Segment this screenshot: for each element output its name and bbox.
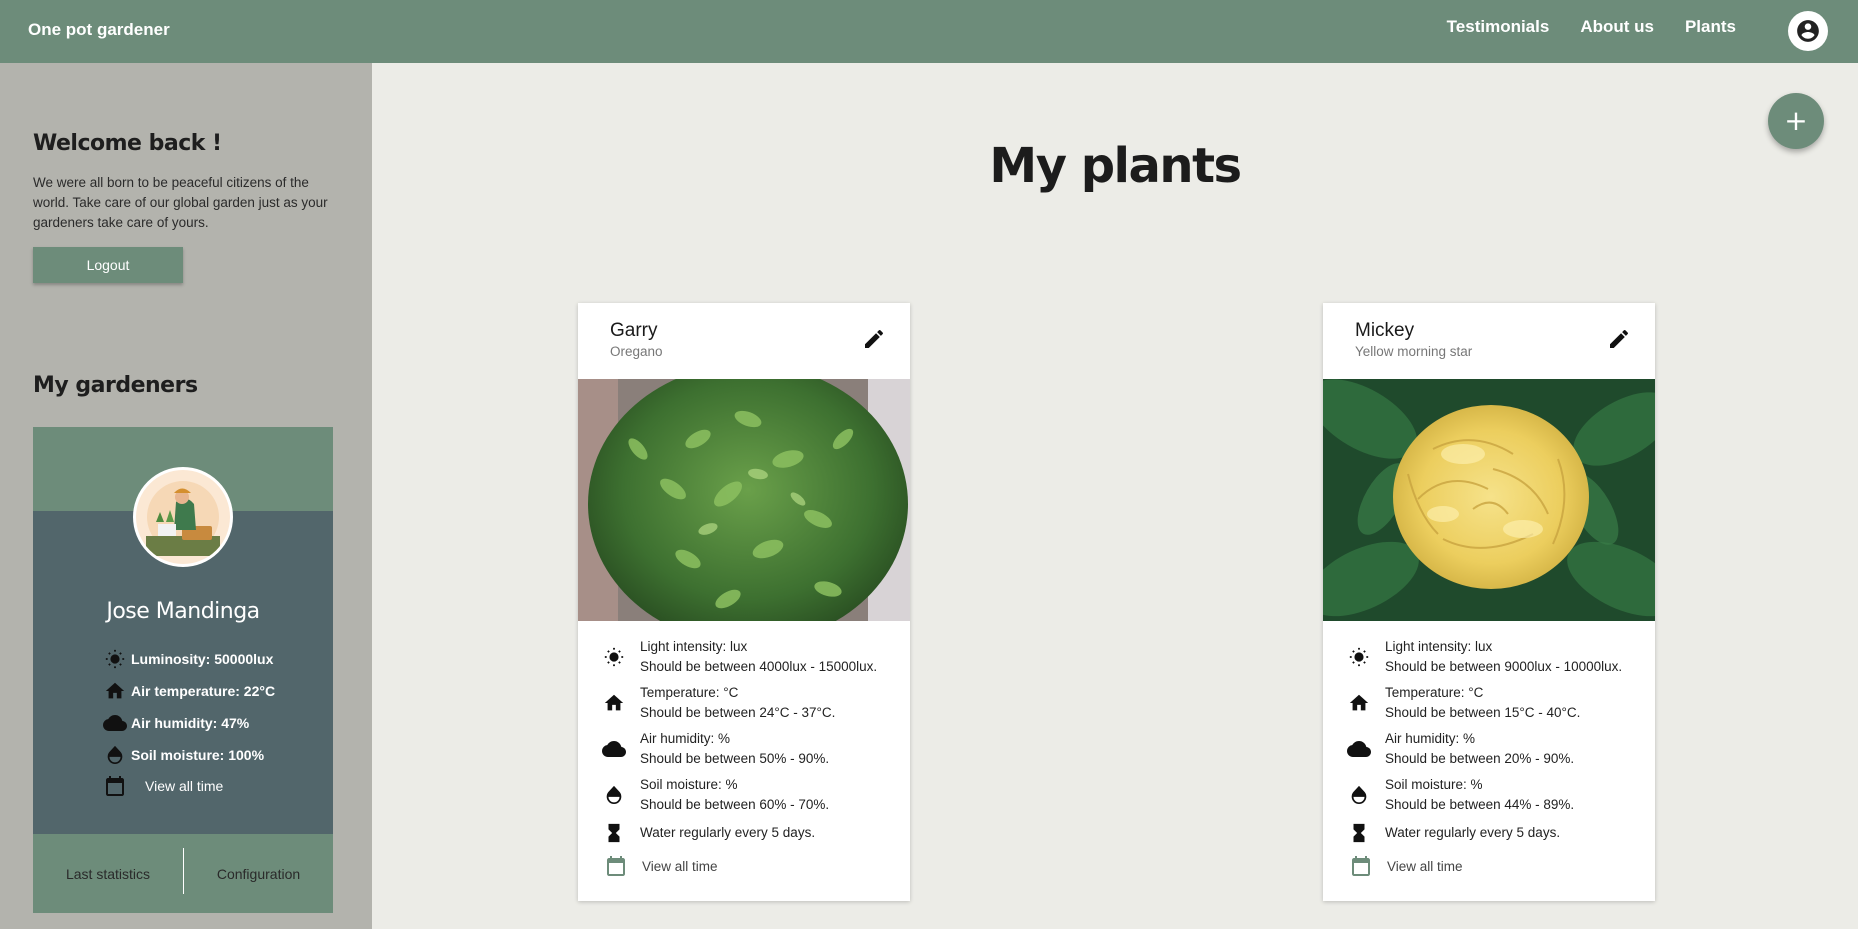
light-intensity-range: Should be between 9000lux - 10000lux. (1385, 659, 1623, 674)
soil-moisture-range: Should be between 60% - 70%. (640, 797, 830, 812)
calendar-icon (1349, 854, 1373, 878)
stat-air-humidity: Air humidity: 47% (103, 707, 275, 739)
cloud-icon (103, 711, 127, 735)
pencil-icon (1610, 329, 1629, 348)
air-humidity-row: Air humidity: % Should be between 50% - 9… (602, 726, 900, 772)
light-intensity-row: Light intensity: lux Should be between 90… (1347, 634, 1645, 680)
plant-requirements: Light intensity: lux Should be between 90… (1347, 634, 1645, 848)
temperature-range: Should be between 15°C - 40°C. (1385, 705, 1581, 720)
stat-air-humidity-label: Air humidity: 47% (131, 715, 250, 731)
hourglass-icon (1347, 821, 1371, 845)
plant-name: Mickey (1355, 320, 1415, 341)
logout-button[interactable]: Logout (33, 247, 183, 283)
temperature-row: Temperature: °C Should be between 15°C - … (1347, 680, 1645, 726)
soil-moisture-label: Soil moisture: % (640, 777, 738, 792)
home-icon (103, 679, 127, 703)
air-humidity-label: Air humidity: % (640, 731, 731, 746)
calendar-icon (604, 854, 628, 878)
last-statistics-button[interactable]: Last statistics (33, 834, 183, 913)
light-intensity-label: Light intensity: lux (640, 639, 748, 654)
plant-species: Yellow morning star (1355, 344, 1473, 359)
account-circle-icon (1797, 20, 1819, 42)
drop-icon (602, 783, 626, 807)
pencil-icon (865, 329, 884, 348)
gardener-view-all-label: View all time (145, 778, 224, 794)
plant-view-all-label: View all time (642, 858, 718, 874)
edit-plant-button[interactable] (862, 327, 886, 351)
air-humidity-label: Air humidity: % (1385, 731, 1476, 746)
gardener-illustration (136, 470, 230, 564)
calendar-icon (103, 774, 127, 798)
drop-icon (103, 743, 127, 767)
welcome-text: We were all born to be peaceful citizens… (33, 175, 328, 230)
plant-photo (578, 379, 910, 621)
cloud-icon (1347, 737, 1371, 761)
nav-testimonials[interactable]: Testimonials (1447, 17, 1550, 37)
plant-card: Garry Oregano Light intensity: lux Shoul… (578, 303, 910, 901)
air-humidity-row: Air humidity: % Should be between 20% - 9… (1347, 726, 1645, 772)
brand-title[interactable]: One pot gardener (28, 20, 170, 40)
watering-label: Water regularly every 5 days. (1385, 825, 1561, 840)
soil-moisture-row: Soil moisture: % Should be between 60% - … (602, 772, 900, 818)
sun-icon (1347, 645, 1371, 669)
sun-icon (103, 647, 127, 671)
soil-moisture-row: Soil moisture: % Should be between 44% - … (1347, 772, 1645, 818)
plant-view-all-label: View all time (1387, 858, 1463, 874)
stat-air-temperature: Air temperature: 22°C (103, 675, 275, 707)
stat-air-temperature-label: Air temperature: 22°C (131, 683, 276, 699)
home-icon (1347, 691, 1371, 715)
gardener-view-all-link[interactable]: View all time (103, 774, 223, 798)
plant-name: Garry (610, 320, 658, 341)
air-humidity-range: Should be between 50% - 90%. (640, 751, 830, 766)
gardener-stats: Luminosity: 50000lux Air temperature: 22… (103, 643, 275, 771)
sun-icon (602, 645, 626, 669)
plant-photo (1323, 379, 1655, 621)
hourglass-icon (602, 821, 626, 845)
nav-about-us[interactable]: About us (1580, 17, 1654, 37)
stat-luminosity: Luminosity: 50000lux (103, 643, 275, 675)
cloud-icon (602, 737, 626, 761)
drop-icon (1347, 783, 1371, 807)
watering-row: Water regularly every 5 days. (602, 818, 900, 848)
configuration-button[interactable]: Configuration (184, 834, 333, 913)
page-title: My plants (989, 138, 1242, 194)
soil-moisture-range: Should be between 44% - 89%. (1385, 797, 1575, 812)
watering-label: Water regularly every 5 days. (640, 825, 816, 840)
nav-plants[interactable]: Plants (1685, 17, 1736, 37)
light-intensity-row: Light intensity: lux Should be between 40… (602, 634, 900, 680)
home-icon (602, 691, 626, 715)
watering-row: Water regularly every 5 days. (1347, 818, 1645, 848)
edit-plant-button[interactable] (1607, 327, 1631, 351)
light-intensity-label: Light intensity: lux (1385, 639, 1493, 654)
gardener-card-actions: Last statistics Configuration (33, 834, 333, 913)
temperature-range: Should be between 24°C - 37°C. (640, 705, 836, 720)
gardener-card: Jose Mandinga Luminosity: 50000lux Air t… (33, 427, 333, 913)
stat-soil-moisture-label: Soil moisture: 100% (131, 747, 265, 763)
plant-card: Mickey Yellow morning star Light intensi… (1323, 303, 1655, 901)
stat-soil-moisture: Soil moisture: 100% (103, 739, 275, 771)
sidebar: Welcome back ! We were all born to be pe… (0, 63, 372, 929)
temperature-label: Temperature: °C (1385, 685, 1484, 700)
gardener-avatar (133, 467, 233, 567)
welcome-title: Welcome back ! (33, 131, 222, 156)
temperature-label: Temperature: °C (640, 685, 739, 700)
temperature-row: Temperature: °C Should be between 24°C - … (602, 680, 900, 726)
account-button[interactable] (1788, 11, 1828, 51)
light-intensity-range: Should be between 4000lux - 15000lux. (640, 659, 878, 674)
plant-species: Oregano (610, 344, 663, 359)
top-bar: One pot gardener Testimonials About us P… (0, 0, 1858, 63)
gardeners-title: My gardeners (33, 373, 198, 398)
plant-requirements: Light intensity: lux Should be between 40… (602, 634, 900, 848)
gardener-name: Jose Mandinga (106, 599, 260, 624)
soil-moisture-label: Soil moisture: % (1385, 777, 1483, 792)
plant-view-all-link[interactable]: View all time (1349, 854, 1463, 878)
air-humidity-range: Should be between 20% - 90%. (1385, 751, 1575, 766)
main-nav: Testimonials About us Plants (1447, 17, 1736, 37)
plant-view-all-link[interactable]: View all time (604, 854, 718, 878)
stat-luminosity-label: Luminosity: 50000lux (131, 651, 274, 667)
